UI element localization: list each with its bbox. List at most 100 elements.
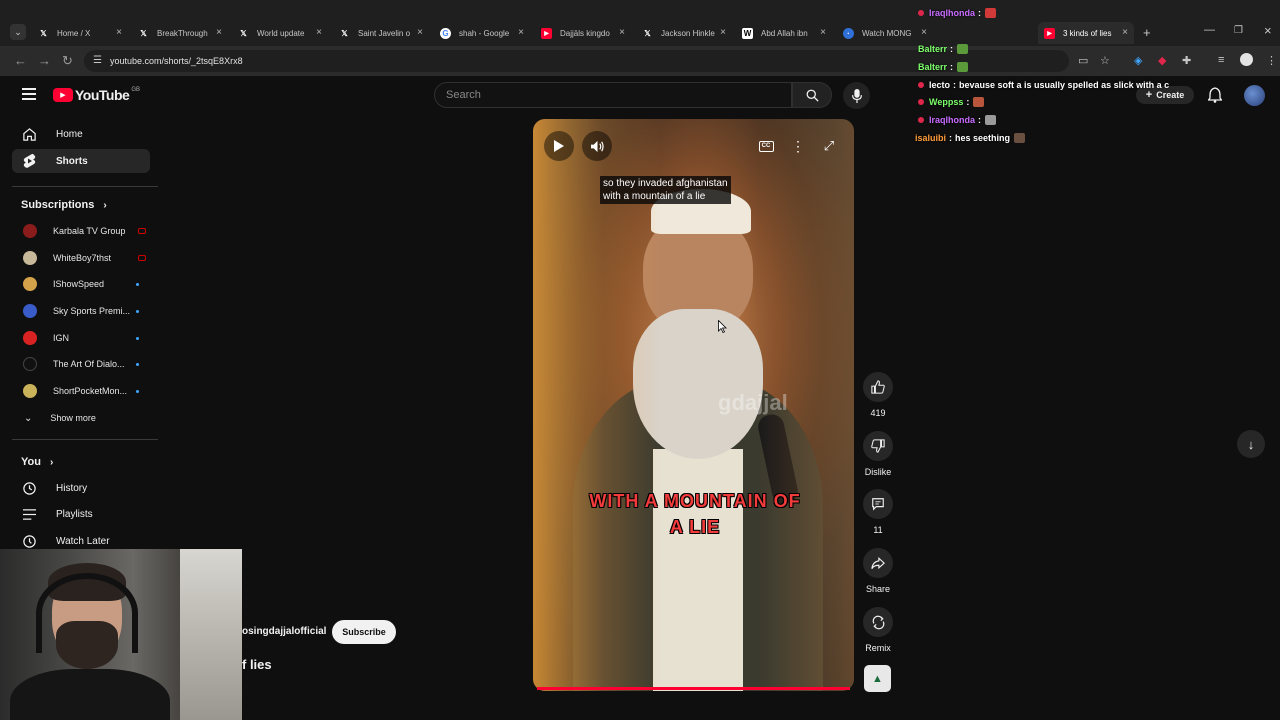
bookmark-star-icon[interactable]: ☆ <box>1100 54 1110 67</box>
tab-title: Home / X <box>57 28 91 38</box>
back-icon[interactable]: ← <box>14 53 27 68</box>
forward-icon[interactable]: → <box>38 53 51 68</box>
browser-tab[interactable]: · Watch MONG × <box>837 22 933 44</box>
next-short-button[interactable]: ↓ <box>1237 430 1265 458</box>
restore-button[interactable]: ❐ <box>1234 25 1243 36</box>
short-title[interactable]: f lies <box>242 657 272 672</box>
close-tab-icon[interactable]: × <box>216 27 222 38</box>
subscribe-button[interactable]: Subscribe <box>332 620 396 644</box>
chat-separator: : <box>949 133 953 143</box>
google-icon: G <box>440 27 451 39</box>
sidebar-item-history[interactable]: History <box>12 476 150 500</box>
youtube-logo[interactable]: ▶ YouTube GB <box>53 87 140 103</box>
sidebar-item-playlists[interactable]: Playlists <box>12 502 150 526</box>
subscription-item[interactable]: WhiteBoy7thst <box>12 247 152 269</box>
tab-search-button[interactable]: ⌄ <box>10 24 26 40</box>
close-tab-icon[interactable]: × <box>417 27 423 38</box>
subscriptions-header[interactable]: Subscriptions › <box>21 199 107 211</box>
subscription-item[interactable]: The Art Of Dialo... <box>12 353 152 375</box>
comments-button[interactable] <box>863 489 893 519</box>
close-tab-icon[interactable]: × <box>1122 27 1128 38</box>
avatar[interactable] <box>1244 85 1265 106</box>
close-tab-icon[interactable]: × <box>720 27 726 38</box>
like-action[interactable]: 419 <box>862 372 894 418</box>
play-button[interactable] <box>544 131 574 161</box>
like-count: 419 <box>870 408 886 418</box>
subscription-item[interactable]: Sky Sports Premi... <box>12 300 152 322</box>
subscription-item[interactable]: IGN <box>12 327 152 349</box>
share-action[interactable]: Share <box>862 548 894 594</box>
close-tab-icon[interactable]: × <box>921 27 927 38</box>
chat-badge-icon <box>918 82 924 88</box>
you-header[interactable]: You › <box>21 456 53 468</box>
browser-tab[interactable]: 𝕏 Saint Javelin o × <box>333 22 429 44</box>
chat-separator: : <box>953 80 957 90</box>
chat-badge-icon <box>918 117 924 123</box>
close-tab-icon[interactable]: × <box>619 27 625 38</box>
chat-message: Weppss : <box>918 97 985 107</box>
volume-icon <box>590 140 604 152</box>
browser-tab[interactable]: 𝕏 World update × <box>232 22 328 44</box>
browser-tab[interactable]: 𝕏 BreakThrough × <box>132 22 228 44</box>
subscription-item[interactable]: IShowSpeed <box>12 273 152 295</box>
remix-action[interactable]: Remix <box>862 607 894 653</box>
browser-menu-icon[interactable]: ⋮ <box>1266 54 1277 67</box>
chat-text: hes seething <box>955 133 1011 143</box>
close-window-button[interactable]: × <box>1264 23 1272 38</box>
captions-button[interactable]: CC <box>751 131 781 161</box>
tab-groups-icon[interactable]: ≡ <box>1218 54 1224 66</box>
extension-icon[interactable]: ◆ <box>1158 54 1166 67</box>
browser-tab[interactable]: 𝕏 Jackson Hinkle × <box>636 22 732 44</box>
close-tab-icon[interactable]: × <box>116 27 122 38</box>
subscription-item[interactable]: ShortPocketMon... <box>12 380 152 402</box>
volume-button[interactable] <box>582 131 612 161</box>
sound-thumbnail[interactable]: ▲ <box>864 665 891 692</box>
chat-username: Iraqlhonda <box>929 8 976 18</box>
channel-name[interactable]: osingdajjalofficial <box>242 626 326 637</box>
chat-message: lecto : bevause soft a is usually spelle… <box>918 80 1169 90</box>
tab-title: Dajjāls kingdo <box>560 28 610 38</box>
remix-button[interactable] <box>863 607 893 637</box>
browser-tab[interactable]: ▶ Dajjāls kingdo × <box>535 22 631 44</box>
close-tab-icon[interactable]: × <box>316 27 322 38</box>
sidebar-item-home[interactable]: Home <box>12 122 150 146</box>
chat-username: isaluibi <box>915 133 947 143</box>
burned-in-subtitle: WITH A MOUNTAIN OF A LIE <box>585 488 805 540</box>
search-input[interactable]: Search <box>434 82 792 108</box>
hamburger-menu-icon[interactable] <box>22 88 36 100</box>
voice-search-button[interactable] <box>843 82 870 109</box>
dislike-button[interactable] <box>863 431 893 461</box>
close-tab-icon[interactable]: × <box>518 27 524 38</box>
browser-tab[interactable]: G shah - Google × <box>434 22 530 44</box>
cast-icon[interactable]: ▭ <box>1078 54 1088 67</box>
share-button[interactable] <box>863 548 893 578</box>
play-icon <box>554 140 564 152</box>
more-options-button[interactable]: ⋮ <box>783 131 813 161</box>
subscription-item[interactable]: Karbala TV Group <box>12 220 152 242</box>
subscription-label: The Art Of Dialo... <box>53 359 125 369</box>
site-info-icon[interactable]: ☰ <box>93 55 102 66</box>
channel-avatar <box>23 277 37 291</box>
sidebar-item-shorts[interactable]: Shorts <box>12 149 150 173</box>
close-tab-icon[interactable]: × <box>820 27 826 38</box>
browser-tab[interactable]: W Abd Allah ibn × <box>736 22 832 44</box>
shorts-video-player[interactable]: CC ⋮ ⤢ <box>533 119 854 691</box>
fullscreen-button[interactable]: ⤢ <box>814 131 844 161</box>
comments-action[interactable]: 11 <box>862 489 894 535</box>
new-tab-button[interactable]: + <box>1143 25 1151 40</box>
reload-icon[interactable]: ↻ <box>62 53 73 69</box>
extensions-puzzle-icon[interactable]: ✚ <box>1182 54 1191 67</box>
browser-tab[interactable]: 𝕏 Home / X × <box>32 22 128 44</box>
extension-icon[interactable]: ◈ <box>1134 54 1142 67</box>
show-more-button[interactable]: ⌄ Show more <box>12 407 152 429</box>
profile-icon[interactable] <box>1240 53 1253 66</box>
video-progress-bar[interactable] <box>537 687 850 690</box>
search-button[interactable] <box>792 82 832 108</box>
minimize-button[interactable]: — <box>1204 24 1215 36</box>
subscription-label: ShortPocketMon... <box>53 386 128 396</box>
like-button[interactable] <box>863 372 893 402</box>
dislike-action[interactable]: Dislike <box>862 431 894 477</box>
browser-tab-active[interactable]: ▶ 3 kinds of lies × <box>1038 22 1134 44</box>
home-icon <box>21 126 37 142</box>
notifications-bell-icon[interactable] <box>1207 87 1223 108</box>
